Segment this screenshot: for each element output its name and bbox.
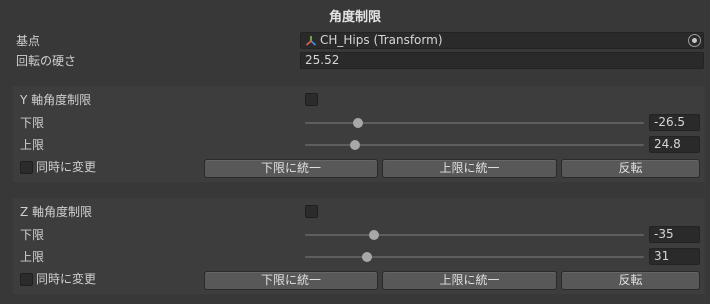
z-axis-header: Z 軸角度制限 <box>20 205 93 219</box>
base-point-value: CH_Hips (Transform) <box>320 33 443 47</box>
z-lower-input[interactable]: -35 <box>649 226 700 243</box>
y-unify-lower-button[interactable]: 下限に統一 <box>204 159 378 178</box>
stiffness-label: 回転の硬さ <box>16 54 77 68</box>
y-lower-slider[interactable] <box>305 118 644 128</box>
z-upper-slider-thumb[interactable] <box>362 252 373 262</box>
z-upper-input[interactable]: 31 <box>649 248 700 265</box>
z-lower-label: 下限 <box>20 228 45 242</box>
y-unify-upper-button[interactable]: 上限に統一 <box>382 159 557 178</box>
transform-icon <box>305 35 317 47</box>
y-lower-label: 下限 <box>20 116 45 130</box>
z-sync-label: 同時に変更 <box>36 272 97 286</box>
z-lower-slider[interactable] <box>305 230 644 240</box>
object-picker-icon[interactable] <box>688 34 701 47</box>
y-lower-slider-thumb[interactable] <box>352 118 363 128</box>
z-unify-upper-button[interactable]: 上限に統一 <box>382 271 557 290</box>
z-invert-button[interactable]: 反転 <box>561 271 700 290</box>
y-upper-slider-thumb[interactable] <box>349 140 360 150</box>
y-lower-input[interactable]: -26.5 <box>649 114 700 131</box>
y-invert-button[interactable]: 反転 <box>561 159 700 178</box>
y-sync-checkbox[interactable] <box>20 161 33 174</box>
y-axis-enable-checkbox[interactable] <box>305 93 318 106</box>
y-upper-input[interactable]: 24.8 <box>649 136 700 153</box>
y-sync-label: 同時に変更 <box>36 160 97 174</box>
stiffness-input[interactable]: 25.52 <box>300 52 704 69</box>
z-sync-checkbox[interactable] <box>20 273 33 286</box>
y-axis-header: Y 軸角度制限 <box>20 93 92 107</box>
y-upper-label: 上限 <box>20 138 45 152</box>
z-upper-label: 上限 <box>20 250 45 264</box>
inspector-title: 角度制限 <box>328 10 381 25</box>
z-axis-enable-checkbox[interactable] <box>305 205 318 218</box>
z-upper-slider[interactable] <box>305 252 644 262</box>
y-upper-slider[interactable] <box>305 140 644 150</box>
base-point-field[interactable]: CH_Hips (Transform) <box>300 32 704 49</box>
z-unify-lower-button[interactable]: 下限に統一 <box>204 271 378 290</box>
base-point-label: 基点 <box>16 34 41 48</box>
